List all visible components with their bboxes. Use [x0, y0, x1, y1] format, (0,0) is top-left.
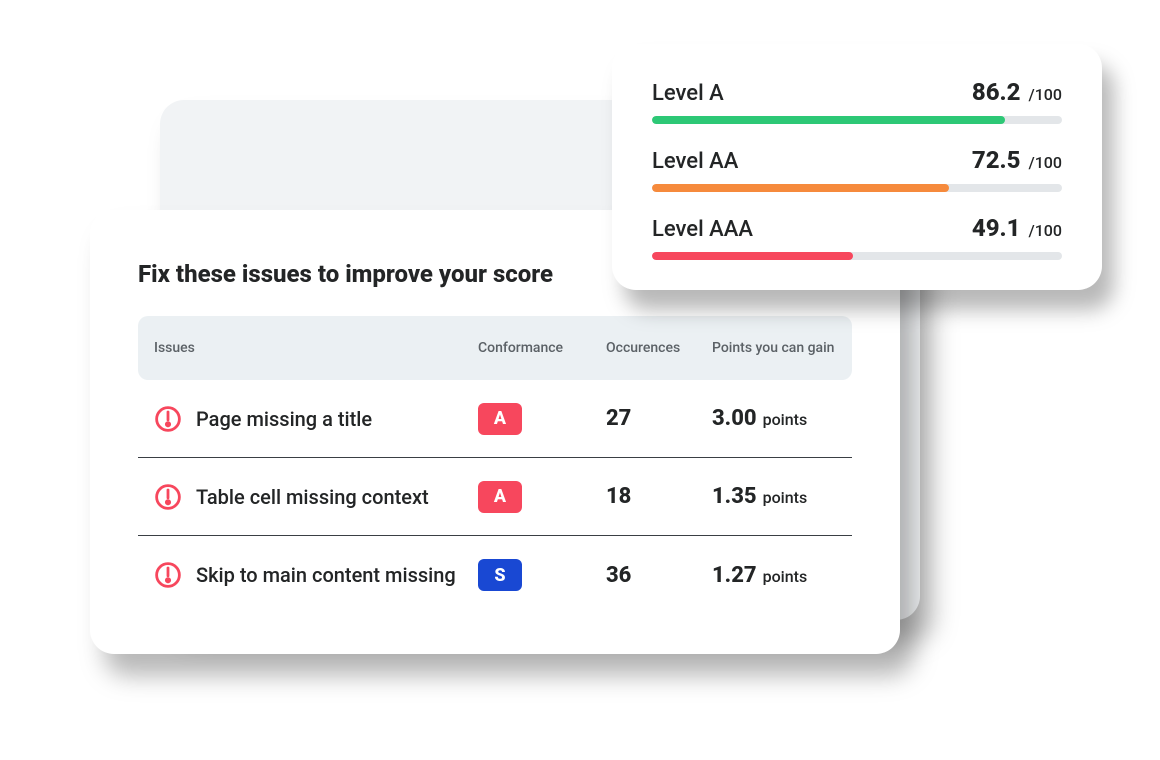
score-max: /100 [1028, 153, 1062, 172]
alert-icon [154, 561, 182, 589]
table-row[interactable]: Table cell missing context A 18 1.35 poi… [138, 458, 852, 536]
conformance-badge: S [478, 559, 522, 591]
score-card: Level A 86.2 /100 Level AA 72.5 /100 Lev… [612, 44, 1102, 290]
points-value: 1.35 [712, 484, 757, 509]
points-unit: points [763, 410, 808, 429]
score-bar [652, 184, 1062, 192]
alert-icon [154, 405, 182, 433]
alert-icon [154, 483, 182, 511]
issue-text: Skip to main content missing [196, 563, 456, 587]
conformance-badge: A [478, 403, 522, 435]
issue-text: Table cell missing context [196, 485, 429, 509]
occurrences-value: 27 [598, 406, 712, 431]
score-row-level-aa: Level AA 72.5 /100 [652, 146, 1062, 192]
score-max: /100 [1028, 85, 1062, 104]
column-header-conformance: Conformance [478, 340, 598, 356]
score-row-level-aaa: Level AAA 49.1 /100 [652, 214, 1062, 260]
points-value: 1.27 [712, 563, 757, 588]
score-bar [652, 116, 1062, 124]
occurrences-value: 36 [598, 563, 712, 588]
score-row-level-a: Level A 86.2 /100 [652, 78, 1062, 124]
score-bar [652, 252, 1062, 260]
points-value: 3.00 [712, 406, 757, 431]
score-label: Level AAA [652, 217, 753, 242]
issue-text: Page missing a title [196, 407, 372, 431]
column-header-occurrences: Occurences [598, 340, 712, 356]
column-header-issues: Issues [154, 340, 478, 356]
points-unit: points [763, 567, 808, 586]
table-row[interactable]: Page missing a title A 27 3.00 points [138, 380, 852, 458]
column-header-points: Points you can gain [712, 340, 842, 357]
issues-table-header: Issues Conformance Occurences Points you… [138, 316, 852, 380]
table-row[interactable]: Skip to main content missing S 36 1.27 p… [138, 536, 852, 614]
points-unit: points [763, 488, 808, 507]
score-max: /100 [1028, 221, 1062, 240]
score-value: 49.1 [972, 214, 1021, 242]
score-label: Level A [652, 81, 724, 106]
occurrences-value: 18 [598, 484, 712, 509]
score-value: 72.5 [972, 146, 1021, 174]
conformance-badge: A [478, 481, 522, 513]
score-label: Level AA [652, 149, 738, 174]
score-value: 86.2 [972, 78, 1021, 106]
